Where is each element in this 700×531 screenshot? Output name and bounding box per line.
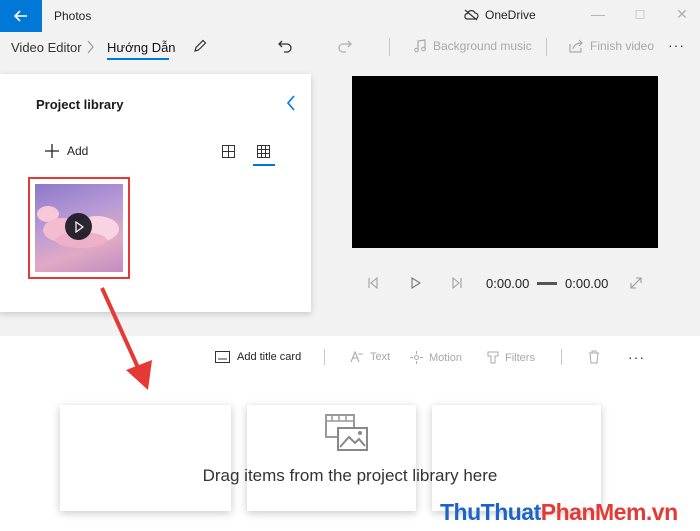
text-icon [350,351,363,363]
cloud-off-icon [464,9,479,21]
maximize-icon: □ [635,6,645,22]
small-grid-view-icon[interactable] [257,145,270,158]
close-icon: ✕ [676,6,688,22]
watermark-part: .vn [645,499,678,525]
finish-video-button[interactable]: Finish video [569,39,654,53]
expand-icon[interactable] [630,277,642,289]
storyboard-more-button[interactable]: ··· [628,349,645,365]
play-button-icon[interactable] [410,277,422,289]
add-label: Add [67,144,89,158]
project-name[interactable]: Hướng Dẫn [107,40,176,55]
share-export-icon [569,39,583,53]
background-music-button[interactable]: Background music [413,39,532,53]
toolbar-divider [561,349,562,365]
collapse-panel-icon[interactable] [286,95,296,111]
onedrive-status[interactable]: OneDrive [463,8,536,22]
play-overlay-icon[interactable] [65,213,92,240]
previous-frame-icon[interactable] [367,277,379,289]
watermark-part: PhanMem [540,499,647,525]
title-card-icon [215,351,230,363]
current-time: 0:00.00 [486,276,530,291]
undo-icon[interactable] [277,38,293,54]
plus-icon [45,144,59,158]
more-icon: ··· [628,349,645,365]
project-library-title: Project library [36,97,124,112]
toolbar-divider [324,349,325,365]
motion-label: Motion [429,351,463,364]
filters-icon [487,351,499,364]
watermark-part: Thuat [480,499,542,525]
watermark-part: Thu [440,499,481,525]
more-icon: ··· [668,37,685,53]
storyboard-slot [432,405,601,511]
music-note-icon [414,39,426,53]
drag-items-hint: Drag items from the project library here [202,466,498,485]
minimize-icon: — [591,6,605,22]
watermark-logo: ThuThuatPhanMem.vn [440,499,678,526]
filters-button[interactable]: Filters [487,351,535,364]
minimize-button[interactable]: — [588,6,608,22]
breadcrumb-video-editor[interactable]: Video Editor [11,40,82,55]
storyboard-slot [60,405,231,511]
play-icon [74,220,84,233]
back-arrow-icon [14,10,27,22]
toolbar-divider [389,38,390,56]
onedrive-label: OneDrive [485,8,536,22]
rename-pencil-icon[interactable] [192,38,208,54]
timeline-scrubber[interactable] [537,282,557,285]
back-button[interactable] [0,0,42,32]
maximize-button[interactable]: □ [630,6,650,22]
total-time: 0:00.00 [565,276,609,291]
chevron-right-icon [87,40,94,54]
text-button[interactable]: Text [350,351,390,363]
finish-video-label: Finish video [590,39,655,53]
more-options-button[interactable]: ··· [668,37,685,53]
video-preview [352,76,658,248]
active-view-indicator [253,164,275,166]
motion-icon [410,351,423,364]
next-frame-icon[interactable] [451,277,463,289]
project-name-underline [107,58,169,60]
delete-trash-icon[interactable] [588,350,600,364]
toolbar-divider [546,38,547,56]
large-grid-view-icon[interactable] [222,145,235,158]
motion-button[interactable]: Motion [410,351,462,364]
text-label: Text [370,351,391,363]
close-button[interactable]: ✕ [672,6,692,23]
add-title-card-button[interactable]: Add title card [215,351,301,363]
filters-label: Filters [505,351,535,364]
background-music-label: Background music [433,39,532,53]
add-media-button[interactable]: Add [45,144,88,158]
redo-icon[interactable] [337,38,353,54]
app-title: Photos [54,9,92,23]
annotation-arrow [100,287,152,390]
media-images-icon [325,414,368,451]
add-title-card-label: Add title card [237,351,302,363]
